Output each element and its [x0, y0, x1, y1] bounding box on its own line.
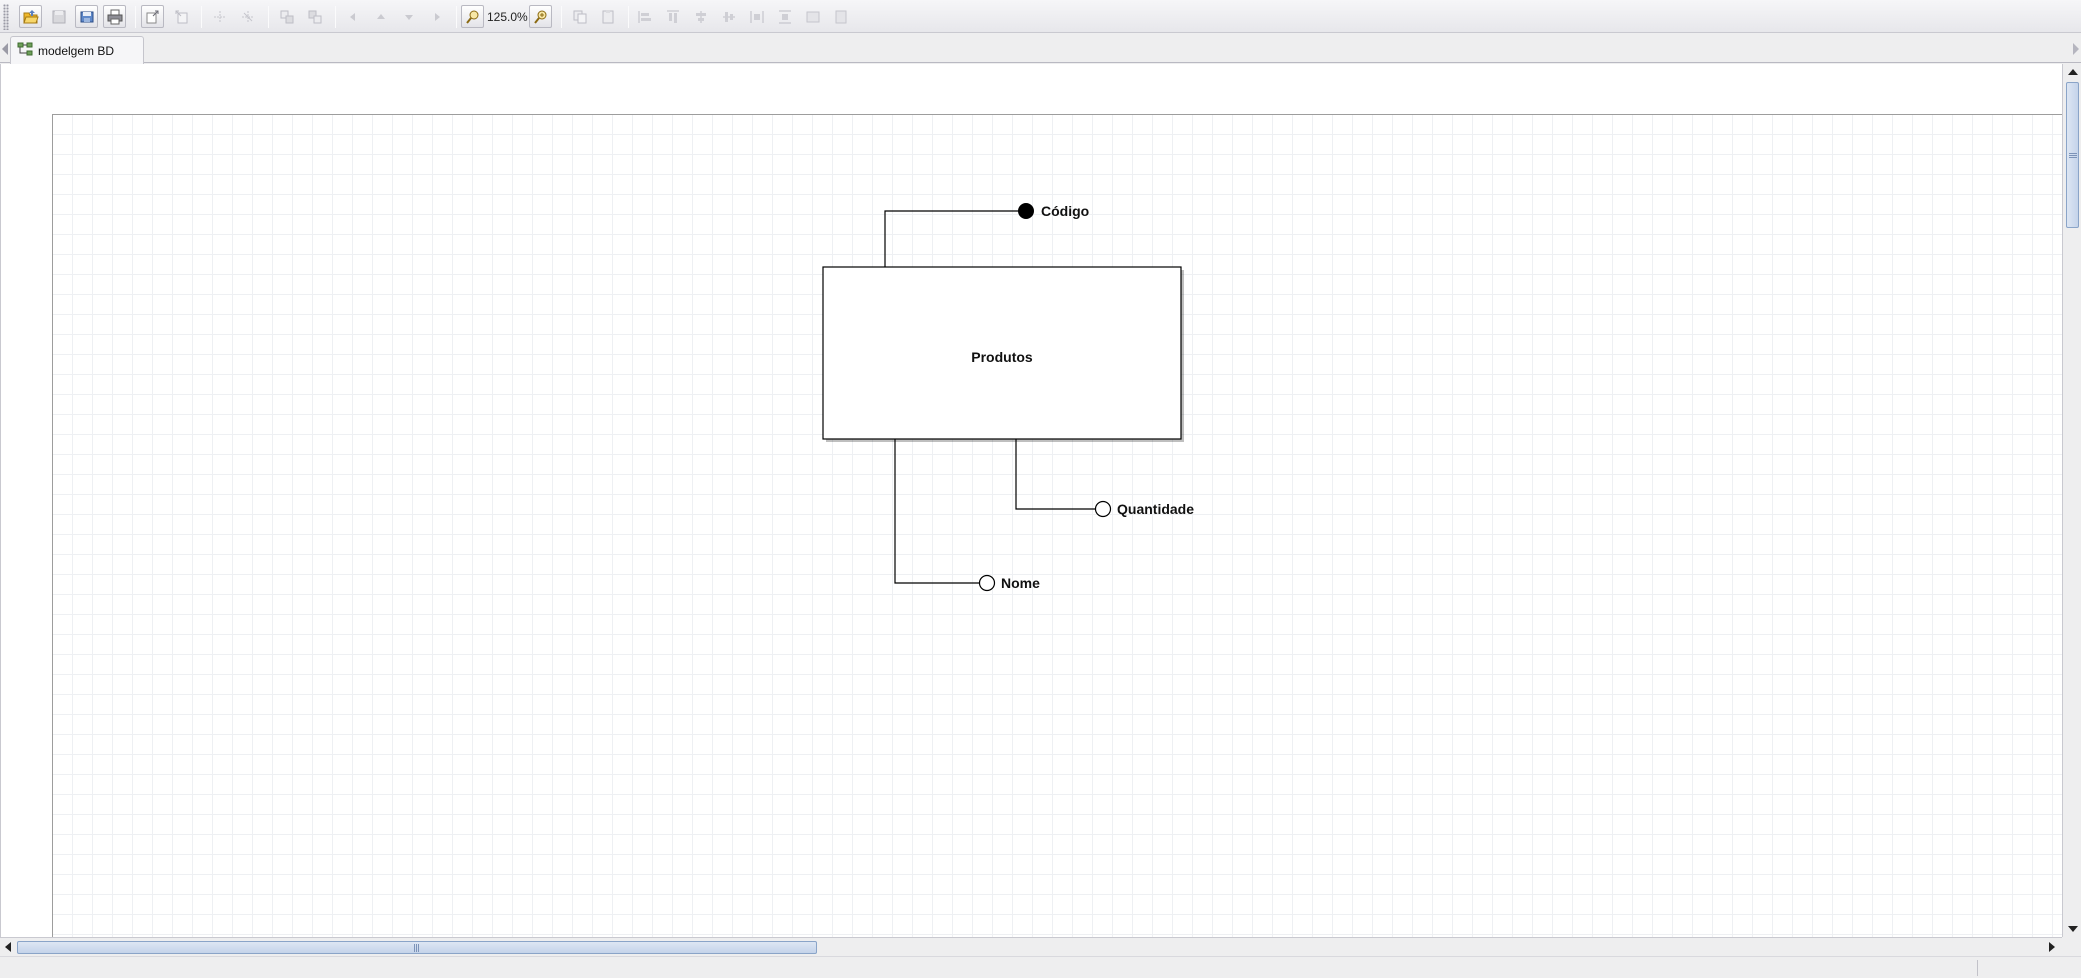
diagram-page[interactable]: Produtos Código Quantidade Nome	[52, 114, 2063, 937]
open-folder-icon	[22, 9, 39, 25]
vertical-scroll-thumb[interactable]	[2066, 82, 2079, 228]
status-separator	[1977, 960, 1978, 976]
diagram-viewport[interactable]: Produtos Código Quantidade Nome	[0, 64, 2063, 937]
connector-line	[894, 439, 980, 584]
scroll-right-icon[interactable]	[2049, 942, 2055, 952]
expand-icon	[240, 9, 256, 25]
tab-scroll-left-icon[interactable]	[2, 43, 8, 55]
primary-key-marker-icon	[1018, 203, 1034, 219]
same-width-button[interactable]	[801, 5, 824, 28]
same-height-icon	[833, 9, 849, 25]
arrow-up-icon	[376, 12, 386, 22]
copy-button[interactable]	[568, 5, 591, 28]
distribute-vertical-icon	[777, 9, 793, 25]
align-center-icon	[693, 9, 709, 25]
horizontal-scrollbar[interactable]	[0, 937, 2062, 956]
thumb-grip	[414, 944, 420, 952]
attribute-marker-icon	[978, 574, 996, 592]
undo-button[interactable]	[141, 5, 164, 28]
group-button[interactable]	[275, 5, 298, 28]
toolbar-separator	[456, 6, 457, 28]
toolbar-separator	[268, 6, 269, 28]
align-left-icon	[637, 9, 653, 25]
zoom-out-button[interactable]	[461, 5, 484, 28]
undo-icon	[145, 9, 161, 25]
tab-scroll-right-icon[interactable]	[2073, 43, 2079, 55]
align-top-icon	[665, 9, 681, 25]
scroll-up-icon[interactable]	[2068, 69, 2078, 75]
zoom-level[interactable]: 125.0%	[487, 10, 528, 24]
toolbar-separator	[628, 6, 629, 28]
arrow-right-icon	[432, 12, 442, 22]
distribute-horizontal-icon	[749, 9, 765, 25]
paste-icon	[600, 9, 616, 25]
print-icon	[107, 9, 123, 25]
connector-line	[1015, 439, 1096, 510]
redo-button[interactable]	[169, 5, 192, 28]
zoom-in-button[interactable]	[529, 5, 552, 28]
align-left-button[interactable]	[633, 5, 656, 28]
copy-icon	[572, 9, 588, 25]
redo-icon	[173, 9, 189, 25]
zoom-out-icon	[465, 9, 481, 25]
nav-down-button[interactable]	[397, 5, 420, 28]
save-icon	[52, 10, 66, 24]
save-as-icon	[79, 9, 95, 25]
align-middle-button[interactable]	[717, 5, 740, 28]
tab-modelgem-bd[interactable]: modelgem BD	[10, 36, 144, 64]
ungroup-icon	[307, 9, 323, 25]
attribute-nome[interactable]: Nome	[894, 439, 1040, 592]
attribute-codigo[interactable]: Código	[884, 203, 1089, 267]
toolbar: 125.0%	[0, 0, 2081, 33]
connector-line	[884, 210, 1019, 267]
toolbar-grip[interactable]	[3, 4, 9, 30]
toolbar-separator	[135, 6, 136, 28]
nav-last-button[interactable]	[425, 5, 448, 28]
save-button[interactable]	[47, 5, 70, 28]
distribute-horizontal-button[interactable]	[745, 5, 768, 28]
attribute-label: Código	[1041, 203, 1089, 219]
status-bar	[0, 956, 2081, 978]
open-button[interactable]	[19, 5, 42, 28]
tab-label: modelgem BD	[38, 43, 115, 58]
attribute-quantidade[interactable]: Quantidade	[1015, 439, 1194, 518]
same-height-button[interactable]	[829, 5, 852, 28]
print-button[interactable]	[103, 5, 126, 28]
horizontal-scroll-thumb[interactable]	[17, 941, 817, 954]
save-as-button[interactable]	[75, 5, 98, 28]
toolbar-separator	[561, 6, 562, 28]
collapse-button[interactable]	[208, 5, 231, 28]
arrow-left-icon	[348, 12, 358, 22]
expand-button[interactable]	[236, 5, 259, 28]
scroll-down-icon[interactable]	[2068, 926, 2078, 932]
toolbar-separator	[201, 6, 202, 28]
zoom-in-icon	[533, 9, 549, 25]
group-icon	[279, 9, 295, 25]
tab-strip: modelgem BD	[0, 33, 2081, 64]
nav-first-button[interactable]	[341, 5, 364, 28]
entity-produtos[interactable]: Produtos	[822, 266, 1184, 442]
app-window: 125.0% modelgem BD Produtos Código Quant…	[0, 0, 2081, 978]
entity-name: Produtos	[971, 349, 1033, 365]
paste-button[interactable]	[596, 5, 619, 28]
align-top-button[interactable]	[661, 5, 684, 28]
align-center-button[interactable]	[689, 5, 712, 28]
align-middle-icon	[721, 9, 737, 25]
nav-up-button[interactable]	[369, 5, 392, 28]
arrow-down-icon	[404, 12, 414, 22]
collapse-icon	[212, 9, 228, 25]
scroll-left-icon[interactable]	[5, 942, 11, 952]
attribute-label: Quantidade	[1117, 501, 1194, 517]
attribute-marker-icon	[1094, 500, 1112, 518]
diagram-icon	[17, 41, 33, 60]
ungroup-button[interactable]	[303, 5, 326, 28]
attribute-label: Nome	[1001, 575, 1040, 591]
same-width-icon	[805, 9, 821, 25]
distribute-vertical-button[interactable]	[773, 5, 796, 28]
toolbar-separator	[335, 6, 336, 28]
thumb-grip	[2069, 153, 2077, 159]
er-diagram[interactable]: Produtos Código Quantidade Nome	[53, 115, 2064, 938]
vertical-scrollbar[interactable]	[2062, 64, 2081, 937]
